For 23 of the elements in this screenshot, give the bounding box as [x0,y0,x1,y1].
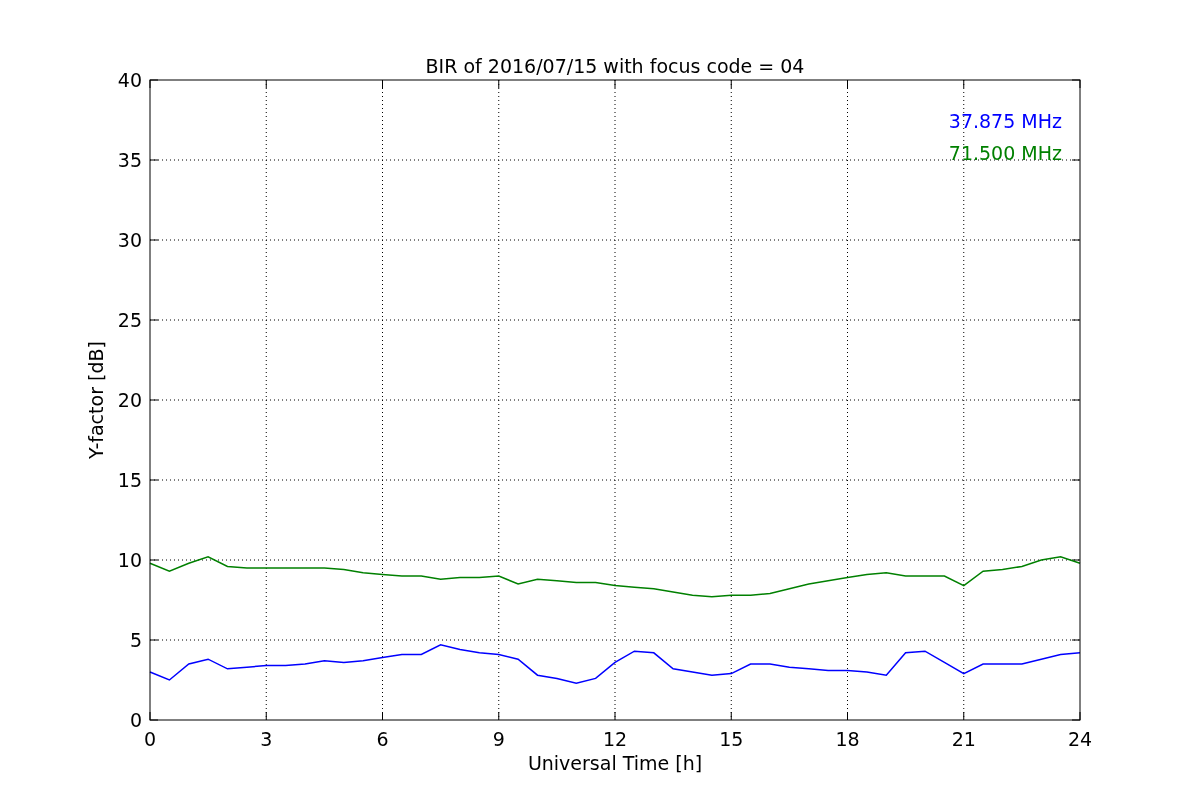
x-tick-label: 12 [602,728,628,750]
x-tick-label: 9 [492,728,505,750]
y-tick-label: 0 [129,709,142,731]
x-tick-label: 15 [719,728,744,750]
x-tick-label: 3 [260,728,273,750]
chart-title: BIR of 2016/07/15 with focus code = 04 [425,55,805,77]
x-tick-label: 0 [143,728,157,750]
y-tick-label: 15 [117,469,142,491]
y-tick-label: 40 [117,69,142,91]
y-tick-label: 20 [117,389,142,411]
x-tick-label: 21 [951,728,976,750]
x-axis-label: Universal Time [h] [527,752,703,774]
x-tick-label: 6 [376,728,389,750]
x-tick-label: 18 [835,728,860,750]
x-tick-label: 24 [1067,728,1093,750]
legend-label: 37.875 MHz [948,110,1062,132]
y-tick-label: 30 [117,229,142,251]
y-tick-label: 5 [129,629,142,651]
y-axis-label: Y-factor [dB] [85,341,107,459]
legend-label: 71.500 MHz [948,142,1062,164]
y-tick-label: 35 [117,149,142,171]
y-tick-label: 25 [117,309,142,331]
y-tick-label: 10 [117,549,142,571]
